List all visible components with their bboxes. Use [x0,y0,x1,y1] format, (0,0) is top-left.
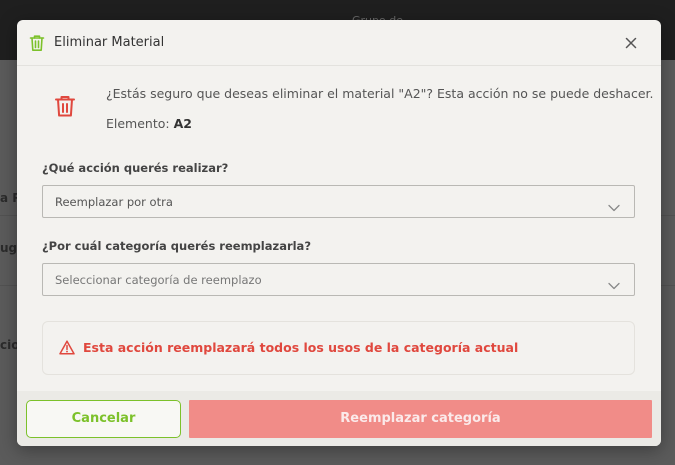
category-select-placeholder: Seleccionar categoría de reemplazo [55,273,262,287]
action-field-label: ¿Qué acción querés realizar? [42,161,229,175]
close-icon[interactable] [623,35,639,51]
warning-icon [59,340,75,355]
element-label: Elemento: [106,116,170,131]
confirm-message: ¿Estás seguro que deseas eliminar el mat… [106,86,654,101]
action-select-value: Reemplazar por otra [55,195,173,209]
warning-alert: Esta acción reemplazará todos los usos d… [42,321,635,375]
action-select[interactable]: Reemplazar por otra [42,185,635,218]
replace-category-button[interactable]: Reemplazar categoría [189,400,652,438]
chevron-down-icon [608,275,620,290]
background-row-text: ug [0,241,18,255]
category-select[interactable]: Seleccionar categoría de reemplazo [42,263,635,296]
chevron-down-icon [608,197,620,212]
dialog-footer: Cancelar Reemplazar categoría [17,391,661,446]
element-value: A2 [173,116,192,131]
category-field-label: ¿Por cuál categoría querés reemplazarla? [42,239,311,253]
dialog-title: Eliminar Material [54,35,165,50]
element-info: Elemento: A2 [106,116,192,131]
dialog-header: Eliminar Material [17,20,661,66]
warning-text: Esta acción reemplazará todos los usos d… [83,340,519,355]
trash-icon [54,94,76,118]
delete-material-dialog: Eliminar Material ¿Estás seguro que dese… [17,20,661,446]
cancel-button[interactable]: Cancelar [26,400,181,438]
trash-icon [29,34,45,52]
